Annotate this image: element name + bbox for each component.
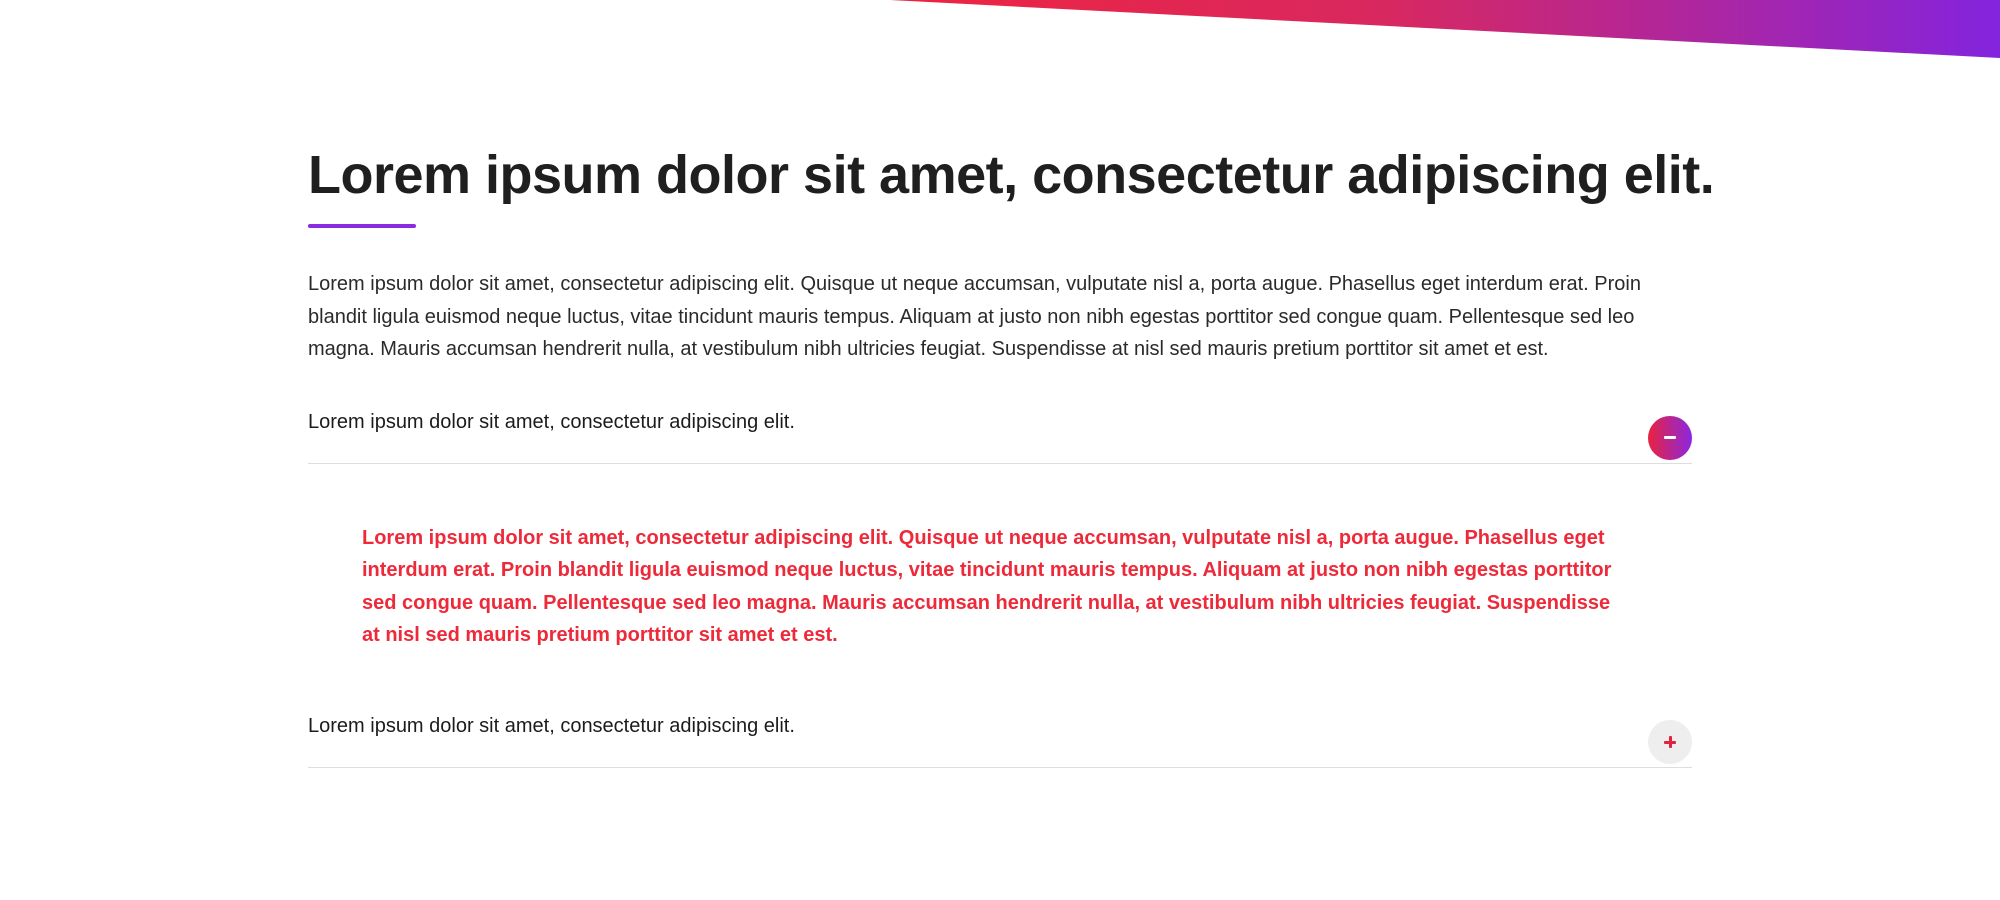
page-title: Lorem ipsum dolor sit amet, consectetur … (308, 145, 1715, 205)
expand-button[interactable] (1648, 719, 1692, 764)
main-content: Lorem ipsum dolor sit amet, consectetur … (308, 140, 1715, 768)
collapse-button[interactable] (1648, 415, 1692, 460)
title-underline (308, 224, 416, 228)
faq-accordion: Lorem ipsum dolor sit amet, consectetur … (308, 404, 1692, 768)
minus-icon (1664, 436, 1676, 439)
faq-item: Lorem ipsum dolor sit amet, consectetur … (308, 708, 1692, 768)
page: Lorem ipsum dolor sit amet, consectetur … (0, 0, 2000, 900)
faq-answer: Lorem ipsum dolor sit amet, consectetur … (308, 464, 1692, 652)
faq-item-header[interactable]: Lorem ipsum dolor sit amet, consectetur … (308, 708, 1692, 768)
faq-item-header[interactable]: Lorem ipsum dolor sit amet, consectetur … (308, 404, 1692, 464)
plus-icon (1664, 735, 1676, 748)
faq-item: Lorem ipsum dolor sit amet, consectetur … (308, 404, 1692, 652)
intro-paragraph: Lorem ipsum dolor sit amet, consectetur … (308, 273, 1641, 360)
faq-answer-text: Lorem ipsum dolor sit amet, consectetur … (362, 526, 1612, 647)
faq-question: Lorem ipsum dolor sit amet, consectetur … (308, 714, 795, 737)
faq-question: Lorem ipsum dolor sit amet, consectetur … (308, 410, 795, 433)
decorative-gradient-banner (890, 0, 2000, 58)
